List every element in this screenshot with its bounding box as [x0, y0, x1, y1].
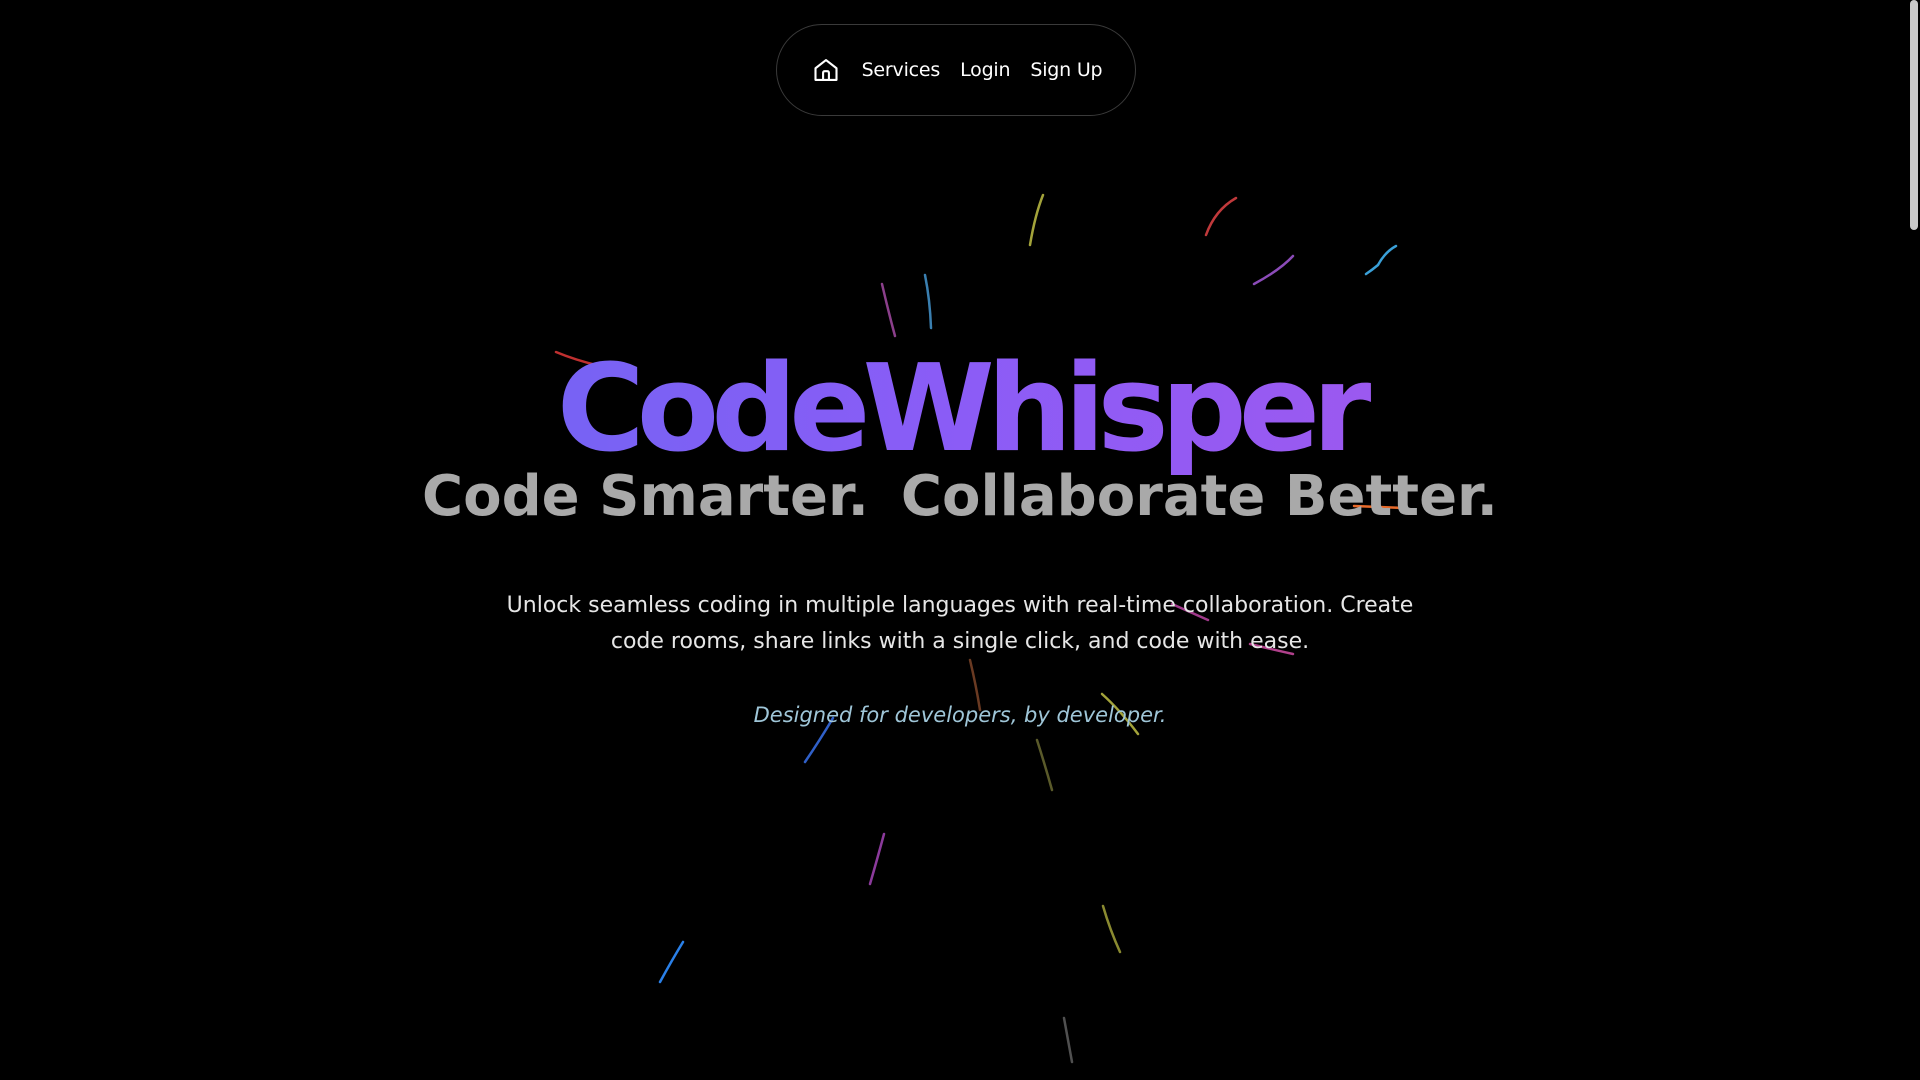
hero-title: CodeWhisper — [0, 340, 1920, 480]
landing-page: Services Login Sign Up CodeWhisper Code … — [0, 0, 1920, 1080]
nav-link-signup[interactable]: Sign Up — [1030, 59, 1102, 81]
home-icon — [814, 59, 838, 81]
nav-link-login[interactable]: Login — [960, 59, 1010, 81]
tagline-code-smarter: Code Smarter. — [422, 464, 869, 529]
tagline-collaborate-better: Collaborate Better. — [900, 464, 1498, 529]
hero-description: Unlock seamless coding in multiple langu… — [506, 593, 1414, 654]
top-navbar: Services Login Sign Up — [776, 24, 1136, 116]
page-scrollbar[interactable] — [1908, 0, 1920, 1080]
scrollbar-thumb[interactable] — [1910, 0, 1918, 230]
nav-link-services[interactable]: Services — [862, 59, 941, 81]
hero-tagline: Code Smarter. Collaborate Better. — [0, 462, 1920, 532]
hero-signature: Designed for developers, by developer. — [753, 703, 1167, 727]
nav-home-button[interactable] — [810, 54, 842, 86]
decorative-line-streaks — [554, 193, 1406, 1064]
